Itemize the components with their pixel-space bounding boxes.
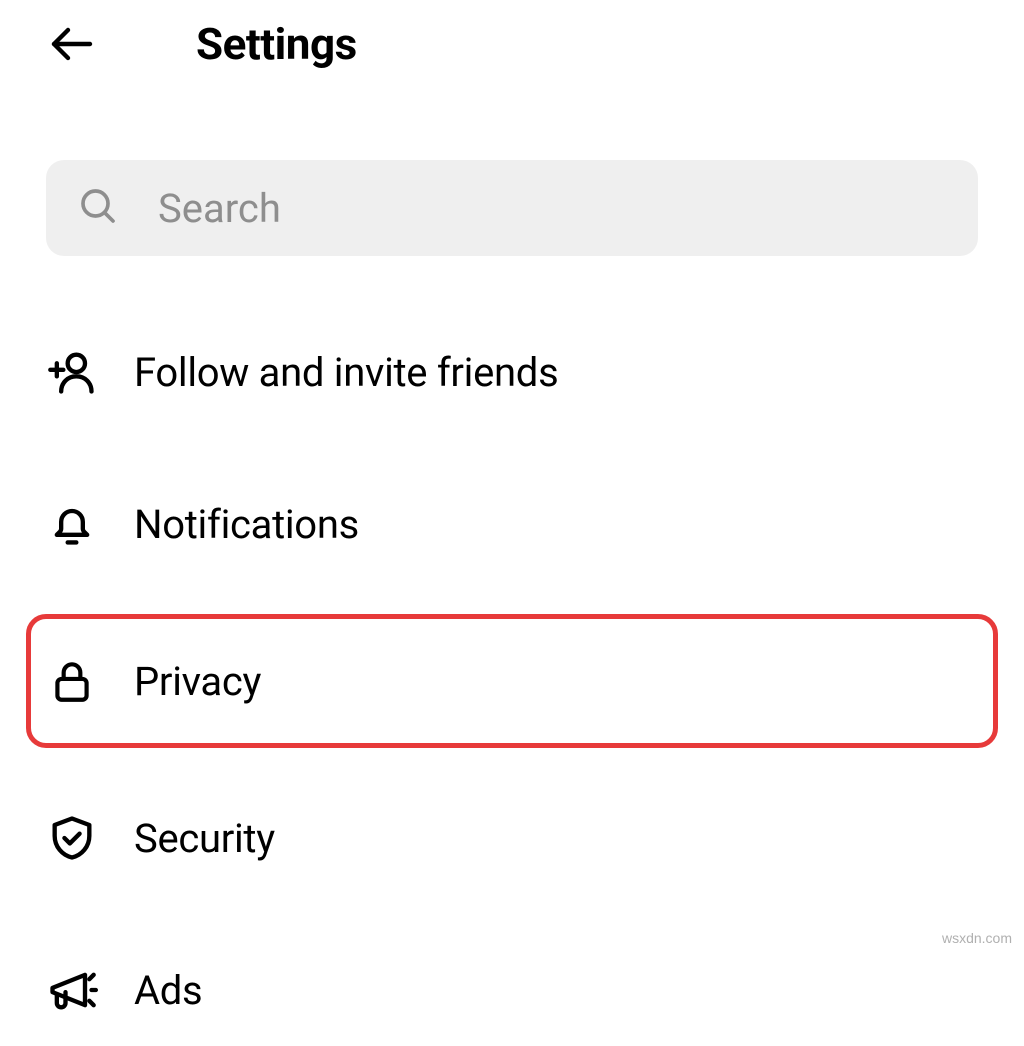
search-input[interactable] xyxy=(158,185,946,232)
menu-item-label: Follow and invite friends xyxy=(134,349,558,396)
menu-item-label: Notifications xyxy=(134,501,359,548)
menu-item-follow-invite[interactable]: Follow and invite friends xyxy=(46,316,978,428)
megaphone-icon xyxy=(46,964,98,1016)
menu-item-security[interactable]: Security xyxy=(46,782,978,894)
search-icon xyxy=(78,186,118,230)
bell-icon xyxy=(46,498,98,550)
header: Settings xyxy=(0,0,1024,88)
watermark: wsxdn.com xyxy=(942,930,1012,946)
back-button[interactable] xyxy=(48,20,96,68)
settings-menu: Follow and invite friends Notifications … xyxy=(0,316,1024,1046)
lock-icon xyxy=(46,655,98,707)
menu-item-label: Security xyxy=(134,815,275,862)
shield-check-icon xyxy=(46,812,98,864)
menu-item-ads[interactable]: Ads xyxy=(46,934,978,1046)
menu-item-privacy[interactable]: Privacy xyxy=(26,614,998,748)
search-container xyxy=(46,160,978,256)
menu-item-label: Ads xyxy=(134,967,202,1014)
search-box[interactable] xyxy=(46,160,978,256)
menu-item-notifications[interactable]: Notifications xyxy=(46,468,978,580)
back-arrow-icon xyxy=(48,20,96,68)
page-title: Settings xyxy=(196,18,357,70)
menu-item-label: Privacy xyxy=(134,658,261,705)
add-user-icon xyxy=(46,346,98,398)
